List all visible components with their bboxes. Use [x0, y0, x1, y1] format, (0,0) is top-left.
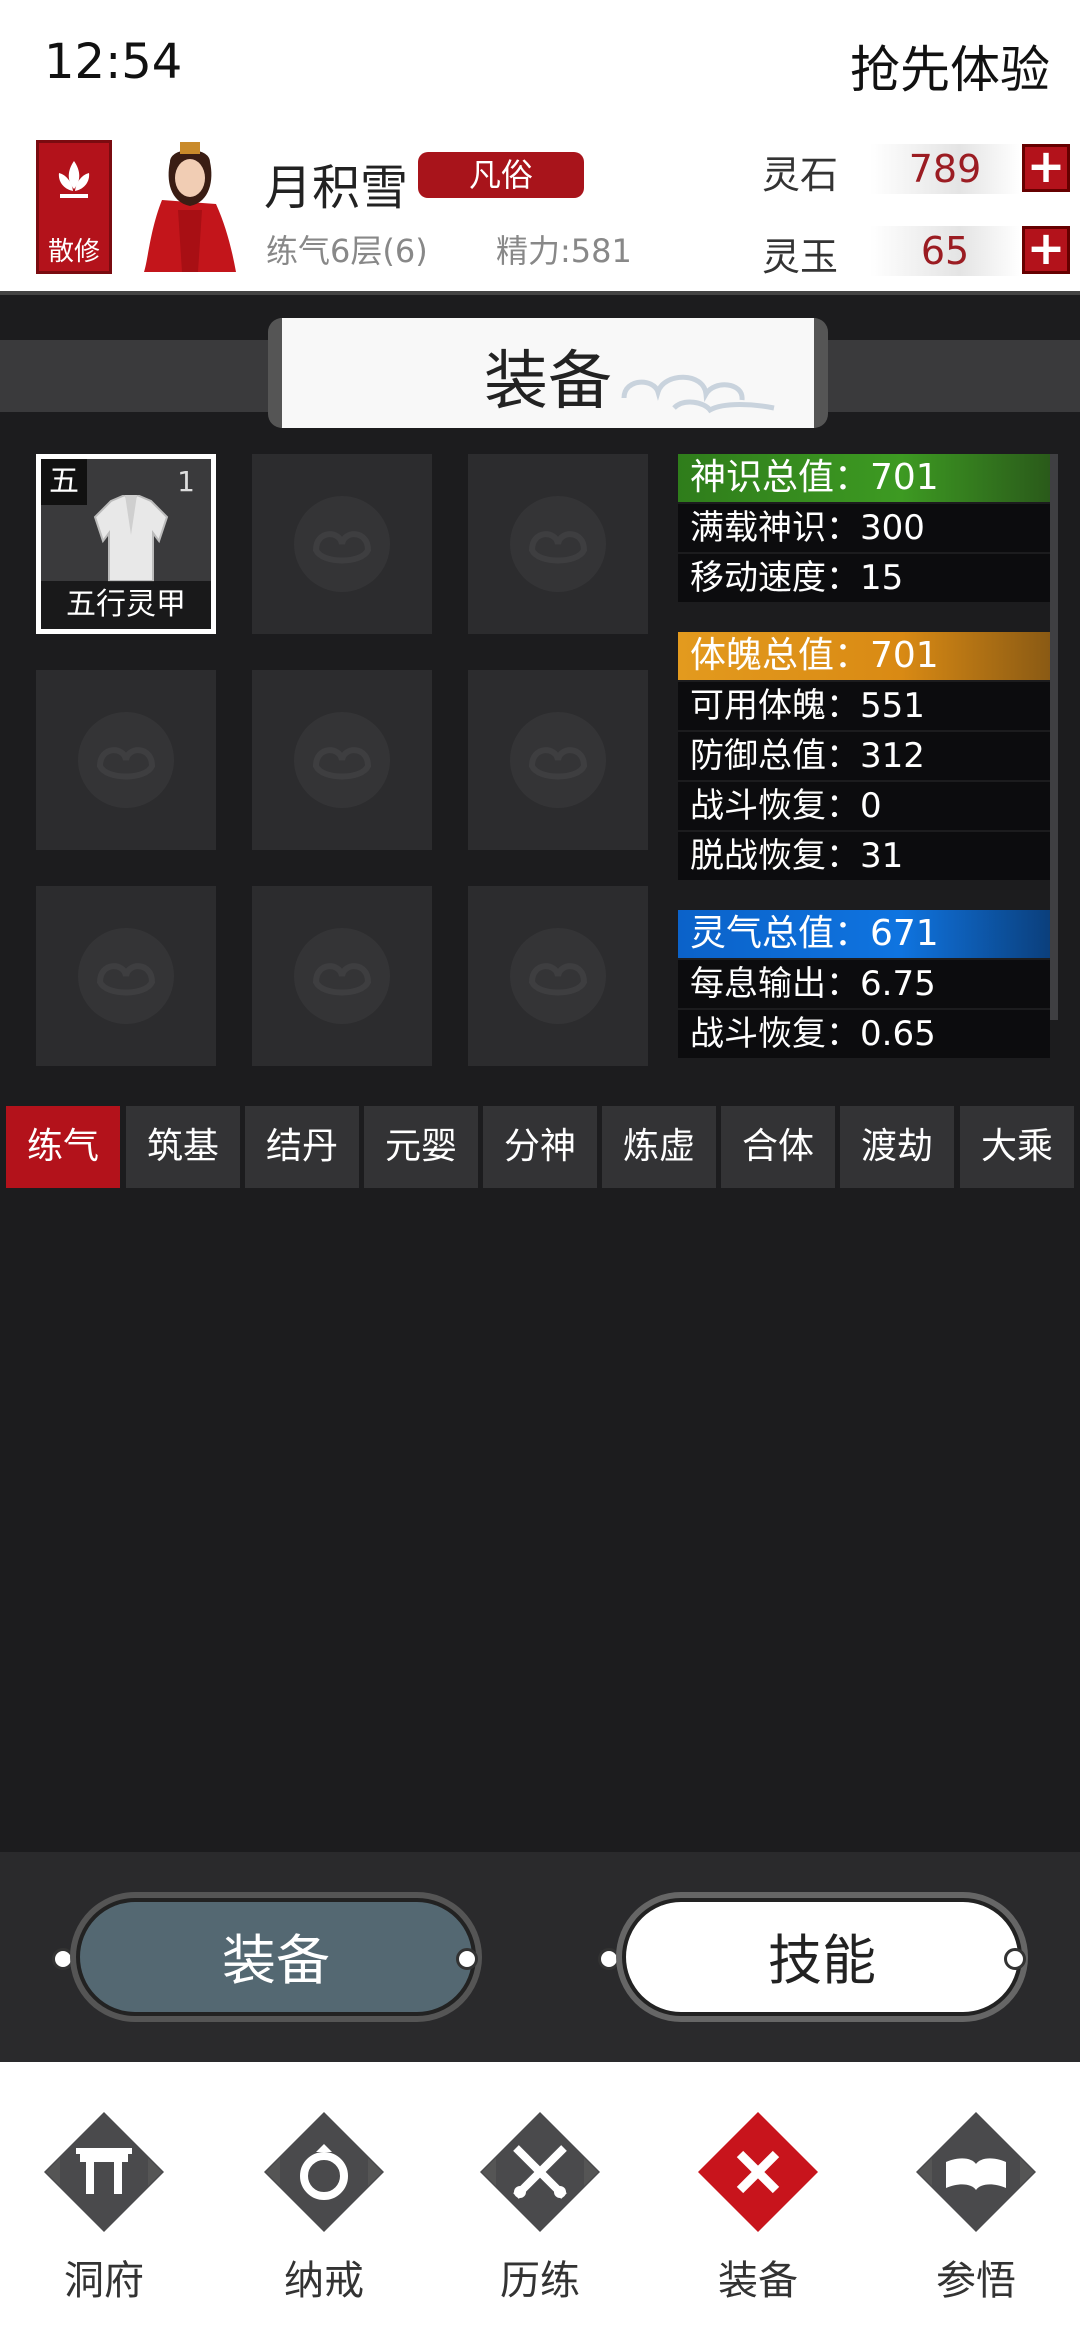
cloud-emblem-icon	[294, 712, 390, 808]
tab-lianxu[interactable]: 炼虚	[602, 1106, 716, 1188]
cloud-emblem-icon	[294, 928, 390, 1024]
equipment-slot-empty[interactable]	[468, 670, 648, 850]
stat-row: 战斗恢复：0.65	[678, 1010, 1050, 1058]
pill-dot	[598, 1948, 620, 1970]
energy-value: 精力:581	[496, 232, 632, 270]
stat-row: 战斗恢复：0	[678, 782, 1050, 830]
pill-dot	[52, 1948, 74, 1970]
rank-badge: 凡俗	[418, 152, 584, 198]
close-icon	[698, 2112, 818, 2232]
tab-dujie[interactable]: 渡劫	[840, 1106, 954, 1188]
equipment-slot-empty[interactable]	[252, 886, 432, 1066]
nav-najie[interactable]: 纳戒	[244, 2104, 404, 2334]
tab-dacheng[interactable]: 大乘	[960, 1106, 1074, 1188]
equipment-slot-empty[interactable]	[468, 886, 648, 1066]
avatar[interactable]	[140, 140, 240, 272]
status-bar: 12:54 抢先体验	[0, 0, 1080, 130]
tab-yuanying[interactable]: 元婴	[364, 1106, 478, 1188]
nav-label: 历练	[500, 2258, 580, 2304]
cloud-emblem-icon	[510, 712, 606, 808]
equipment-slot-empty[interactable]	[252, 454, 432, 634]
ring-icon	[264, 2112, 384, 2232]
stat-row: 每息输出：6.75	[678, 960, 1050, 1008]
equipment-slot-empty[interactable]	[468, 454, 648, 634]
sect-badge[interactable]: 散修	[36, 140, 112, 274]
pill-dot	[456, 1948, 478, 1970]
title-banner: 装备	[268, 318, 828, 428]
cloud-emblem-icon	[78, 712, 174, 808]
tier-badge: 五	[41, 459, 87, 505]
nav-zhuangbei[interactable]: 装备	[678, 2104, 838, 2334]
nav-label: 洞府	[64, 2258, 144, 2304]
armor-icon	[93, 495, 169, 582]
skill-button[interactable]: 技能	[622, 1898, 1022, 2016]
lotus-icon	[58, 161, 90, 198]
bottom-nav: 洞府 纳戒 历练 装备 参悟	[0, 2062, 1080, 2340]
early-access-label: 抢先体验	[850, 41, 1050, 99]
equipment-slot-empty[interactable]	[36, 886, 216, 1066]
sect-label: 散修	[47, 237, 100, 267]
realm-tabs: 练气 筑基 结丹 元婴 分神 炼虚 合体 渡劫 大乘	[6, 1106, 1080, 1188]
spirit-stone-value: 789	[870, 144, 1020, 194]
divine-sense-total: 神识总值：701	[678, 454, 1050, 502]
crossed-swords-icon	[480, 2112, 600, 2232]
equipment-slot-empty[interactable]	[252, 670, 432, 850]
nav-label: 纳戒	[284, 2258, 364, 2304]
spirit-jade-value: 65	[870, 226, 1020, 276]
clock: 12:54	[44, 34, 183, 90]
nav-lilian[interactable]: 历练	[460, 2104, 620, 2334]
gate-icon	[44, 2112, 164, 2232]
tab-zhuji[interactable]: 筑基	[126, 1106, 240, 1188]
nav-dongfu[interactable]: 洞府	[24, 2104, 184, 2334]
pill-dot	[1004, 1948, 1026, 1970]
item-name: 五行灵甲	[41, 581, 211, 629]
cloud-icon	[621, 374, 775, 414]
tab-fenshen[interactable]: 分神	[483, 1106, 597, 1188]
cloud-emblem-icon	[510, 496, 606, 592]
add-spirit-jade-button[interactable]: +	[1022, 225, 1070, 274]
equip-button[interactable]: 装备	[76, 1898, 476, 2016]
cloud-emblem-icon	[78, 928, 174, 1024]
stats-scrollbar[interactable]	[1050, 454, 1058, 1020]
body-total: 体魄总值：701	[678, 632, 1050, 680]
stat-row: 满载神识：300	[678, 504, 1050, 552]
stats-panel[interactable]: 神识总值：701 满载神识：300 移动速度：15 体魄总值：701 可用体魄：…	[678, 454, 1058, 1064]
cultivation-level: 练气6层(6)	[266, 232, 428, 270]
cloud-emblem-icon	[294, 496, 390, 592]
tab-heti[interactable]: 合体	[721, 1106, 835, 1188]
tab-lianqi[interactable]: 练气	[6, 1106, 120, 1188]
action-area: 装备 技能	[0, 1852, 1080, 2062]
equipment-slot-empty[interactable]	[36, 670, 216, 850]
stat-row: 可用体魄：551	[678, 682, 1050, 730]
spirit-jade-label: 灵玉	[762, 235, 839, 279]
spirit-stone-label: 灵石	[762, 153, 839, 197]
player-header: 散修 月积雪 凡俗 练气6层(6) 精力:581 灵石 789 + 灵玉 65 …	[0, 130, 1080, 295]
nav-canwu[interactable]: 参悟	[896, 2104, 1056, 2334]
stat-row: 脱战恢复：31	[678, 832, 1050, 880]
book-icon	[916, 2112, 1036, 2232]
tab-jiedan[interactable]: 结丹	[245, 1106, 359, 1188]
player-name: 月积雪	[264, 160, 409, 216]
qi-total: 灵气总值：671	[678, 910, 1050, 958]
equipment-slot-filled[interactable]: 五 1 五行灵甲	[36, 454, 216, 634]
add-spirit-stone-button[interactable]: +	[1022, 143, 1070, 192]
stat-row: 防御总值：312	[678, 732, 1050, 780]
stat-row: 移动速度：15	[678, 554, 1050, 602]
cloud-emblem-icon	[510, 928, 606, 1024]
nav-label: 装备	[718, 2258, 798, 2304]
nav-label: 参悟	[936, 2258, 1016, 2304]
item-count: 1	[177, 465, 195, 498]
